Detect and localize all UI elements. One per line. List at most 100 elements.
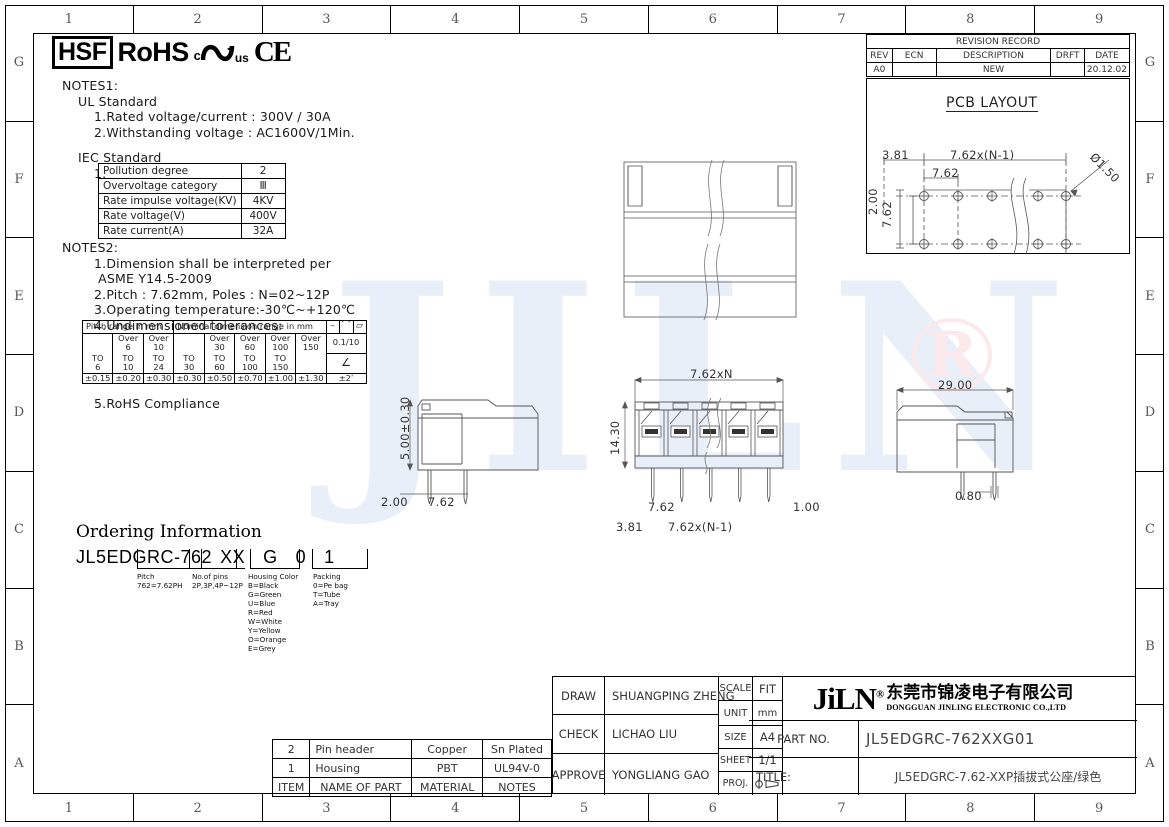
zone-row-C: C bbox=[1136, 472, 1164, 589]
tol-value-3: ±0.30 bbox=[173, 372, 205, 384]
side-left-dim-edge: 2.00 bbox=[381, 495, 408, 509]
iec-row: Rate current(A) 32A bbox=[98, 223, 286, 239]
front-dim-edge: 3.81 bbox=[616, 520, 643, 534]
ul-logo: c us bbox=[194, 40, 249, 66]
ordering-leader-pack-h bbox=[312, 568, 368, 569]
zone-column-8: 8 bbox=[906, 794, 1036, 822]
tol-header-pitch: Pitch range in mm bbox=[81, 320, 175, 334]
iec-row: Rate voltage(V) 400V bbox=[98, 208, 286, 224]
tol-header-row: Pitch range in mm Nominal dimension range… bbox=[81, 320, 367, 334]
tol-over-2: Over 10 bbox=[142, 332, 175, 353]
iec-row: Pollution degree 2 bbox=[98, 163, 286, 179]
zone-row-E: E bbox=[5, 238, 33, 356]
notes2-line-0: 1.Dimension shall be interpreted per bbox=[94, 255, 332, 271]
side-view-right-drawing bbox=[896, 386, 1014, 501]
scale-label: SCALE bbox=[719, 677, 753, 701]
company-name-cn: 东莞市锦凌电子有限公司 bbox=[886, 683, 1074, 703]
jiln-logo: JiLN® bbox=[812, 680, 884, 716]
zone-row-C: C bbox=[5, 472, 33, 589]
top-view-drawing bbox=[623, 159, 797, 321]
zone-column-7: 7 bbox=[778, 794, 907, 822]
approve-value[interactable]: YONGLIANG GAO bbox=[605, 754, 719, 795]
side-left-dim-height: 5.00±0.30 bbox=[398, 396, 412, 460]
parts-name: Housing bbox=[309, 758, 413, 778]
tol-value-5: ±0.70 bbox=[234, 372, 266, 384]
iec-value: 32A bbox=[240, 223, 286, 239]
revision-row: A0 NEW 20.12.02 bbox=[866, 62, 1131, 77]
revision-header-ecn: ECN bbox=[891, 48, 937, 63]
tol-sym-arc: ⌒ bbox=[338, 320, 354, 334]
pcb-dim-edge: 3.81 bbox=[882, 148, 909, 162]
title-block: DRAW SHUANGPING ZHENG CHECK LICHAO LIU A… bbox=[552, 676, 1137, 795]
notes1-subheading: UL Standard bbox=[78, 93, 158, 109]
proj-label: PROJ. bbox=[719, 772, 753, 795]
tol-value-2: ±0.30 bbox=[142, 372, 175, 384]
draw-value[interactable]: SHUANGPING ZHENG bbox=[605, 677, 735, 715]
ordering-legend-packing: Packing 0=Pe bag T=Tube A=Tray bbox=[313, 572, 348, 608]
zone-column-6: 6 bbox=[649, 5, 778, 33]
zone-column-2: 2 bbox=[134, 794, 263, 822]
parts-name: Pin header bbox=[309, 739, 413, 759]
part-no-value[interactable]: JL5EDGRC-762XXG01 bbox=[859, 721, 1137, 758]
ordering-leader-pitch-v2 bbox=[189, 549, 190, 569]
front-dim-width: 7.62xN bbox=[690, 367, 733, 381]
tol-over-3 bbox=[173, 332, 205, 353]
tol-to-2: TO 24 bbox=[142, 353, 175, 374]
front-dim-pin-width: 1.00 bbox=[793, 500, 820, 514]
ce-logo: CE bbox=[253, 36, 292, 68]
pcb-layout-title: PCB LAYOUT bbox=[946, 95, 1038, 112]
ordering-title: Ordering Information bbox=[76, 522, 262, 542]
side-left-dim-pitch: 7.62 bbox=[428, 495, 455, 509]
zone-column-7: 7 bbox=[778, 5, 907, 33]
title-value[interactable]: JL5EDGRC-7.62-XXP插拔式公座/绿色 bbox=[859, 758, 1137, 795]
ordering-leader-color-v1 bbox=[250, 549, 251, 569]
ordering-leader-color-v2 bbox=[299, 549, 300, 569]
check-label: CHECK bbox=[553, 715, 605, 754]
ordering-leader-pack-v1 bbox=[312, 549, 313, 569]
parts-list-table: 2 Pin header Copper Sn Plated 1 Housing PBT UL9… bbox=[271, 739, 553, 797]
tol-over-5: Over 60 bbox=[234, 332, 266, 353]
parts-header-item: ITEM bbox=[271, 777, 311, 797]
tolerance-table: Pitch range in mm Nominal dimension range… bbox=[81, 320, 367, 384]
zone-row-E: E bbox=[1136, 238, 1164, 356]
tol-over-row: Over 6 Over 10 Over 30 Over 60 Over 100 Over … bbox=[81, 332, 367, 354]
title-label: TITLE: bbox=[749, 758, 859, 795]
part-no-label: PART NO. bbox=[749, 721, 859, 758]
tol-over-4: Over 30 bbox=[203, 332, 236, 353]
parts-material: Copper bbox=[411, 739, 483, 759]
revision-rev: A0 bbox=[866, 62, 893, 77]
iec-value: 2 bbox=[240, 163, 286, 179]
check-value[interactable]: LICHAO LIU bbox=[605, 715, 719, 754]
pcb-dim-offset: 2.00 bbox=[866, 188, 880, 215]
revision-header-drft: DRFT bbox=[1050, 48, 1085, 63]
zone-column-4: 4 bbox=[391, 794, 521, 822]
iec-label: Overvoltage category bbox=[98, 178, 242, 194]
revision-title-row: REVISION RECORD bbox=[866, 34, 1130, 49]
iec-standard-table: Pollution degree 2 Overvoltage category Ⅲ Ra… bbox=[98, 163, 286, 239]
iec-value: Ⅲ bbox=[240, 178, 286, 194]
ordering-information: Ordering Information JL5EDGRC- 762 XX G … bbox=[76, 522, 335, 569]
tol-to-5: TO 100 bbox=[234, 353, 266, 374]
unit-label: UNIT bbox=[719, 701, 753, 726]
notes2-heading: NOTES2: bbox=[62, 240, 119, 255]
tol-value-6: ±1.00 bbox=[264, 372, 297, 384]
revision-header-rev: REV bbox=[866, 48, 893, 63]
tol-value-7: ±1.30 bbox=[295, 372, 327, 384]
tol-value-row: ±0.15 ±0.20 ±0.30 ±0.30 ±0.50 ±0.70 ±1.00 ±1.30… bbox=[81, 372, 367, 384]
parts-material: PBT bbox=[411, 758, 483, 778]
ordering-leader-pins-h bbox=[201, 568, 237, 569]
zone-row-B: B bbox=[5, 589, 33, 706]
ordering-seg-pack0: 0 bbox=[295, 547, 307, 567]
compliance-logos: HSF RoHS c us CE bbox=[52, 36, 292, 69]
ordering-code: JL5EDGRC- 762 XX G 0 1 bbox=[76, 547, 335, 569]
notes2-line-3: 3.Operating temperature:-30℃~+120℃ bbox=[94, 302, 356, 317]
side-right-dim-pin: 0.80 bbox=[955, 489, 982, 503]
front-dim-height: 14.30 bbox=[608, 420, 622, 455]
ordering-leader-pitch-v1 bbox=[137, 549, 138, 569]
sheet-label: SHEET bbox=[719, 749, 753, 772]
zone-column-4: 4 bbox=[391, 5, 521, 33]
revision-ecn bbox=[891, 62, 937, 77]
company-logo-cell: JiLN® 东莞市锦凌电子有限公司 DONGGUAN JINLING ELECT… bbox=[749, 677, 1137, 721]
revision-record-table: REVISION RECORD REV ECN DESCRIPTION DRFT DATE… bbox=[866, 34, 1131, 77]
ordering-leader-color-h bbox=[250, 568, 300, 569]
